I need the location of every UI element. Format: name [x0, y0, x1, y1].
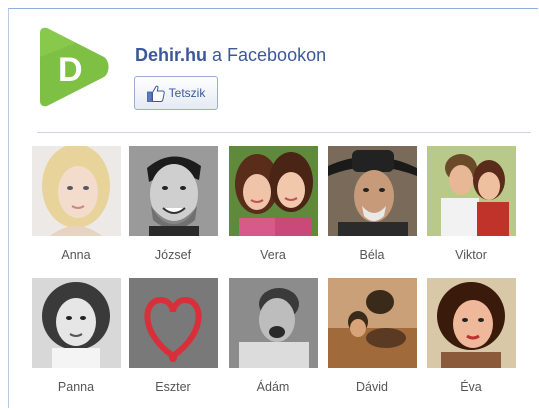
fan-name: József: [154, 248, 192, 262]
like-button[interactable]: Tetszik: [134, 76, 218, 110]
fan-item[interactable]: Eszter: [128, 278, 218, 394]
divider: [37, 132, 531, 133]
fan-photo[interactable]: [426, 278, 516, 368]
facebook-like-box: D Dehir.hu a Facebookon Tetszik Anna Józ…: [8, 8, 538, 408]
fan-name: Panna: [57, 380, 95, 394]
fan-name: Ádám: [256, 380, 290, 394]
dehir-logo[interactable]: D: [36, 27, 112, 107]
fan-item[interactable]: Ádám: [228, 278, 318, 394]
page-title: Dehir.hu a Facebookon: [135, 45, 326, 66]
like-button-label: Tetszik: [168, 86, 206, 100]
fan-item[interactable]: József: [128, 146, 218, 262]
fan-item[interactable]: Panna: [31, 278, 121, 394]
fan-item[interactable]: Vera: [228, 146, 318, 262]
fan-name: Eszter: [155, 380, 191, 394]
page-name-link[interactable]: Dehir.hu: [135, 45, 207, 65]
fan-photo[interactable]: [31, 278, 121, 368]
fan-item[interactable]: Dávid: [327, 278, 417, 394]
fan-photo[interactable]: [327, 146, 417, 236]
fan-photo[interactable]: [31, 146, 121, 236]
fan-item[interactable]: Viktor: [426, 146, 516, 262]
fan-photo[interactable]: [327, 278, 417, 368]
fan-photo[interactable]: [128, 146, 218, 236]
fan-name: Anna: [61, 248, 91, 262]
thumbs-up-icon: [146, 85, 165, 102]
fan-photo[interactable]: [228, 146, 318, 236]
fan-item[interactable]: Éva: [426, 278, 516, 394]
logo-letter: D: [58, 51, 83, 89]
fan-photo[interactable]: [228, 278, 318, 368]
fan-photo[interactable]: [128, 278, 218, 368]
fan-name: Béla: [359, 248, 385, 262]
page-title-suffix: a Facebookon: [207, 45, 327, 65]
fan-photo[interactable]: [426, 146, 516, 236]
fan-name: Vera: [260, 248, 286, 262]
fan-name: Éva: [460, 380, 482, 394]
fan-item[interactable]: Anna: [31, 146, 121, 262]
fan-item[interactable]: Béla: [327, 146, 417, 262]
fan-name: Dávid: [356, 380, 388, 394]
fan-name: Viktor: [455, 248, 487, 262]
